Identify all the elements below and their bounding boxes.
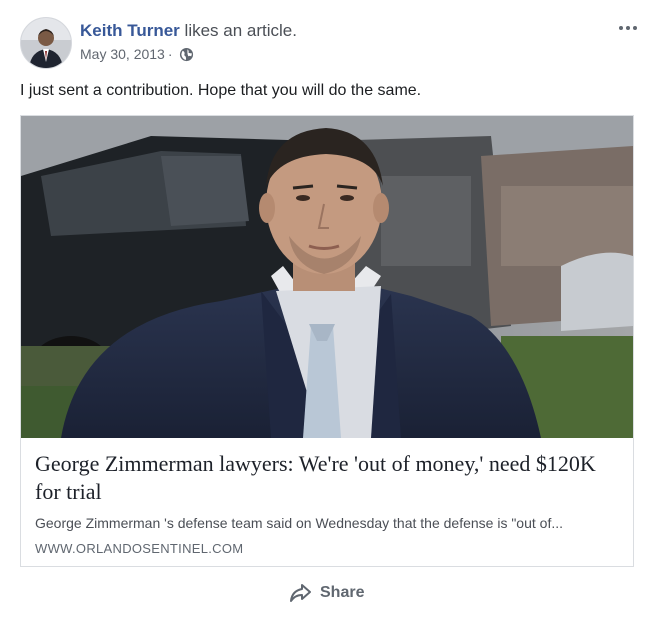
meta-separator: ·: [167, 46, 173, 62]
more-dot: [619, 26, 623, 30]
article-image[interactable]: [21, 116, 633, 438]
more-options-icon[interactable]: [616, 18, 640, 38]
post-text: I just sent a contribution. Hope that yo…: [20, 82, 422, 99]
article-domain: WWW.ORLANDOSENTINEL.COM: [35, 541, 244, 556]
facebook-post: Keith Turner likes an article. May 30, 2…: [0, 0, 648, 619]
more-dot: [626, 26, 630, 30]
post-meta: May 30, 2013 ·: [80, 46, 194, 62]
more-dot: [633, 26, 637, 30]
article-card[interactable]: George Zimmerman lawyers: We're 'out of …: [20, 115, 634, 567]
post-date[interactable]: May 30, 2013: [80, 46, 165, 62]
author-name[interactable]: Keith Turner: [80, 21, 180, 40]
avatar[interactable]: [20, 17, 72, 69]
article-description: George Zimmerman 's defense team said on…: [35, 515, 564, 531]
share-label: Share: [320, 584, 365, 601]
globe-icon[interactable]: [179, 47, 194, 62]
author-line: Keith Turner likes an article.: [80, 20, 297, 42]
share-button[interactable]: Share: [288, 580, 364, 606]
article-title[interactable]: George Zimmerman lawyers: We're 'out of …: [35, 450, 620, 506]
avatar-photo: [21, 18, 71, 68]
article-text-area[interactable]: George Zimmerman lawyers: We're 'out of …: [21, 438, 633, 566]
share-icon: [290, 584, 311, 602]
author-action-text: likes an article.: [179, 21, 297, 40]
